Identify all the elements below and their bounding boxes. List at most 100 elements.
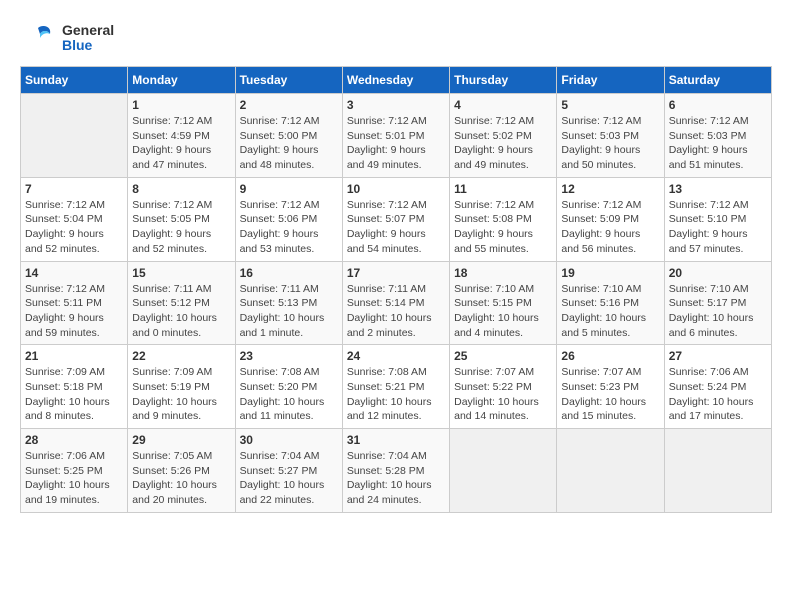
calendar-cell: 26Sunrise: 7:07 AMSunset: 5:23 PMDayligh… [557, 345, 664, 429]
calendar-cell: 20Sunrise: 7:10 AMSunset: 5:17 PMDayligh… [664, 261, 771, 345]
calendar-cell: 17Sunrise: 7:11 AMSunset: 5:14 PMDayligh… [342, 261, 449, 345]
day-number: 31 [347, 433, 445, 447]
calendar-cell: 13 Sunrise: 7:12 AMSunset: 5:10 PMDayligh… [664, 177, 771, 261]
logo-text-general: General [62, 23, 114, 38]
calendar-cell: 21Sunrise: 7:09 AMSunset: 5:18 PMDayligh… [21, 345, 128, 429]
calendar-cell: 23 Sunrise: 7:08 AMSunset: 5:20 PMDayligh… [235, 345, 342, 429]
calendar-cell [21, 94, 128, 178]
calendar-cell [557, 429, 664, 513]
day-number: 5 [561, 98, 659, 112]
calendar-cell: 22 Sunrise: 7:09 AMSunset: 5:19 PMDayligh… [128, 345, 235, 429]
day-info: Sunrise: 7:07 AMSunset: 5:22 PMDaylight:… [454, 365, 552, 424]
day-number: 1 [132, 98, 230, 112]
calendar-cell [450, 429, 557, 513]
day-info: Sunrise: 7:04 AMSunset: 5:28 PMDaylight:… [347, 449, 445, 508]
calendar-cell: 29 Sunrise: 7:05 AMSunset: 5:26 PMDayligh… [128, 429, 235, 513]
day-number: 30 [240, 433, 338, 447]
calendar-cell: 8Sunrise: 7:12 AMSunset: 5:05 PMDaylight… [128, 177, 235, 261]
day-info: Sunrise: 7:08 AMSunset: 5:20 PMDaylight:… [240, 365, 338, 424]
day-info: Sunrise: 7:12 AMSunset: 5:11 PMDaylight:… [25, 282, 123, 341]
calendar-cell: 5 Sunrise: 7:12 AMSunset: 5:03 PMDaylight… [557, 94, 664, 178]
day-number: 7 [25, 182, 123, 196]
day-info: Sunrise: 7:12 AMSunset: 5:01 PMDaylight:… [347, 114, 445, 173]
calendar-cell: 30 Sunrise: 7:04 AMSunset: 5:27 PMDayligh… [235, 429, 342, 513]
day-number: 23 [240, 349, 338, 363]
calendar-cell: 11 Sunrise: 7:12 AMSunset: 5:08 PMDayligh… [450, 177, 557, 261]
calendar-week-row: 21Sunrise: 7:09 AMSunset: 5:18 PMDayligh… [21, 345, 772, 429]
day-info: Sunrise: 7:10 AMSunset: 5:16 PMDaylight:… [561, 282, 659, 341]
day-info: Sunrise: 7:09 AMSunset: 5:18 PMDaylight:… [25, 365, 123, 424]
logo: General Blue [20, 20, 114, 56]
day-number: 15 [132, 266, 230, 280]
day-info: Sunrise: 7:12 AMSunset: 5:06 PMDaylight:… [240, 198, 338, 257]
calendar-cell: 10 Sunrise: 7:12 AMSunset: 5:07 PMDayligh… [342, 177, 449, 261]
calendar-cell: 19 Sunrise: 7:10 AMSunset: 5:16 PMDayligh… [557, 261, 664, 345]
calendar-cell: 18 Sunrise: 7:10 AMSunset: 5:15 PMDayligh… [450, 261, 557, 345]
calendar-cell: 3 Sunrise: 7:12 AMSunset: 5:01 PMDaylight… [342, 94, 449, 178]
calendar-cell: 16 Sunrise: 7:11 AMSunset: 5:13 PMDayligh… [235, 261, 342, 345]
weekday-header: Wednesday [342, 67, 449, 94]
day-number: 16 [240, 266, 338, 280]
weekday-header-row: SundayMondayTuesdayWednesdayThursdayFrid… [21, 67, 772, 94]
day-number: 29 [132, 433, 230, 447]
day-number: 8 [132, 182, 230, 196]
logo-text-blue: Blue [62, 38, 114, 53]
day-info: Sunrise: 7:09 AMSunset: 5:19 PMDaylight:… [132, 365, 230, 424]
day-number: 9 [240, 182, 338, 196]
day-info: Sunrise: 7:06 AMSunset: 5:25 PMDaylight:… [25, 449, 123, 508]
day-info: Sunrise: 7:06 AMSunset: 5:24 PMDaylight:… [669, 365, 767, 424]
page-header: General Blue [20, 20, 772, 56]
day-number: 22 [132, 349, 230, 363]
day-number: 25 [454, 349, 552, 363]
day-number: 18 [454, 266, 552, 280]
calendar-cell: 2Sunrise: 7:12 AMSunset: 5:00 PMDaylight… [235, 94, 342, 178]
weekday-header: Saturday [664, 67, 771, 94]
day-number: 28 [25, 433, 123, 447]
weekday-header: Tuesday [235, 67, 342, 94]
day-info: Sunrise: 7:12 AMSunset: 5:00 PMDaylight:… [240, 114, 338, 173]
calendar-week-row: 28 Sunrise: 7:06 AMSunset: 5:25 PMDayligh… [21, 429, 772, 513]
day-info: Sunrise: 7:12 AMSunset: 5:07 PMDaylight:… [347, 198, 445, 257]
calendar-cell: 27 Sunrise: 7:06 AMSunset: 5:24 PMDayligh… [664, 345, 771, 429]
day-info: Sunrise: 7:12 AMSunset: 5:03 PMDaylight:… [669, 114, 767, 173]
calendar-cell: 7 Sunrise: 7:12 AMSunset: 5:04 PMDaylight… [21, 177, 128, 261]
calendar-cell: 15 Sunrise: 7:11 AMSunset: 5:12 PMDayligh… [128, 261, 235, 345]
calendar-cell: 31 Sunrise: 7:04 AMSunset: 5:28 PMDayligh… [342, 429, 449, 513]
day-number: 19 [561, 266, 659, 280]
day-number: 12 [561, 182, 659, 196]
day-number: 13 [669, 182, 767, 196]
day-info: Sunrise: 7:11 AMSunset: 5:13 PMDaylight:… [240, 282, 338, 341]
day-info: Sunrise: 7:12 AMSunset: 5:08 PMDaylight:… [454, 198, 552, 257]
calendar-week-row: 14 Sunrise: 7:12 AMSunset: 5:11 PMDayligh… [21, 261, 772, 345]
day-number: 4 [454, 98, 552, 112]
day-info: Sunrise: 7:10 AMSunset: 5:17 PMDaylight:… [669, 282, 767, 341]
calendar-cell: 14 Sunrise: 7:12 AMSunset: 5:11 PMDayligh… [21, 261, 128, 345]
day-number: 17 [347, 266, 445, 280]
day-info: Sunrise: 7:11 AMSunset: 5:12 PMDaylight:… [132, 282, 230, 341]
weekday-header: Friday [557, 67, 664, 94]
day-info: Sunrise: 7:05 AMSunset: 5:26 PMDaylight:… [132, 449, 230, 508]
day-number: 6 [669, 98, 767, 112]
day-info: Sunrise: 7:04 AMSunset: 5:27 PMDaylight:… [240, 449, 338, 508]
weekday-header: Thursday [450, 67, 557, 94]
day-number: 26 [561, 349, 659, 363]
logo-container: General Blue [20, 20, 114, 56]
day-number: 27 [669, 349, 767, 363]
day-info: Sunrise: 7:08 AMSunset: 5:21 PMDaylight:… [347, 365, 445, 424]
day-info: Sunrise: 7:12 AMSunset: 5:04 PMDaylight:… [25, 198, 123, 257]
day-number: 24 [347, 349, 445, 363]
day-number: 10 [347, 182, 445, 196]
day-number: 11 [454, 182, 552, 196]
day-info: Sunrise: 7:12 AMSunset: 5:03 PMDaylight:… [561, 114, 659, 173]
day-info: Sunrise: 7:12 AMSunset: 5:10 PMDaylight:… [669, 198, 767, 257]
logo-bird-icon [20, 20, 56, 56]
day-number: 3 [347, 98, 445, 112]
day-info: Sunrise: 7:12 AMSunset: 4:59 PMDaylight:… [132, 114, 230, 173]
calendar-cell: 9 Sunrise: 7:12 AMSunset: 5:06 PMDaylight… [235, 177, 342, 261]
calendar-cell [664, 429, 771, 513]
calendar-cell: 1 Sunrise: 7:12 AMSunset: 4:59 PMDaylight… [128, 94, 235, 178]
day-info: Sunrise: 7:10 AMSunset: 5:15 PMDaylight:… [454, 282, 552, 341]
day-number: 14 [25, 266, 123, 280]
calendar-week-row: 1 Sunrise: 7:12 AMSunset: 4:59 PMDaylight… [21, 94, 772, 178]
calendar-cell: 25 Sunrise: 7:07 AMSunset: 5:22 PMDayligh… [450, 345, 557, 429]
